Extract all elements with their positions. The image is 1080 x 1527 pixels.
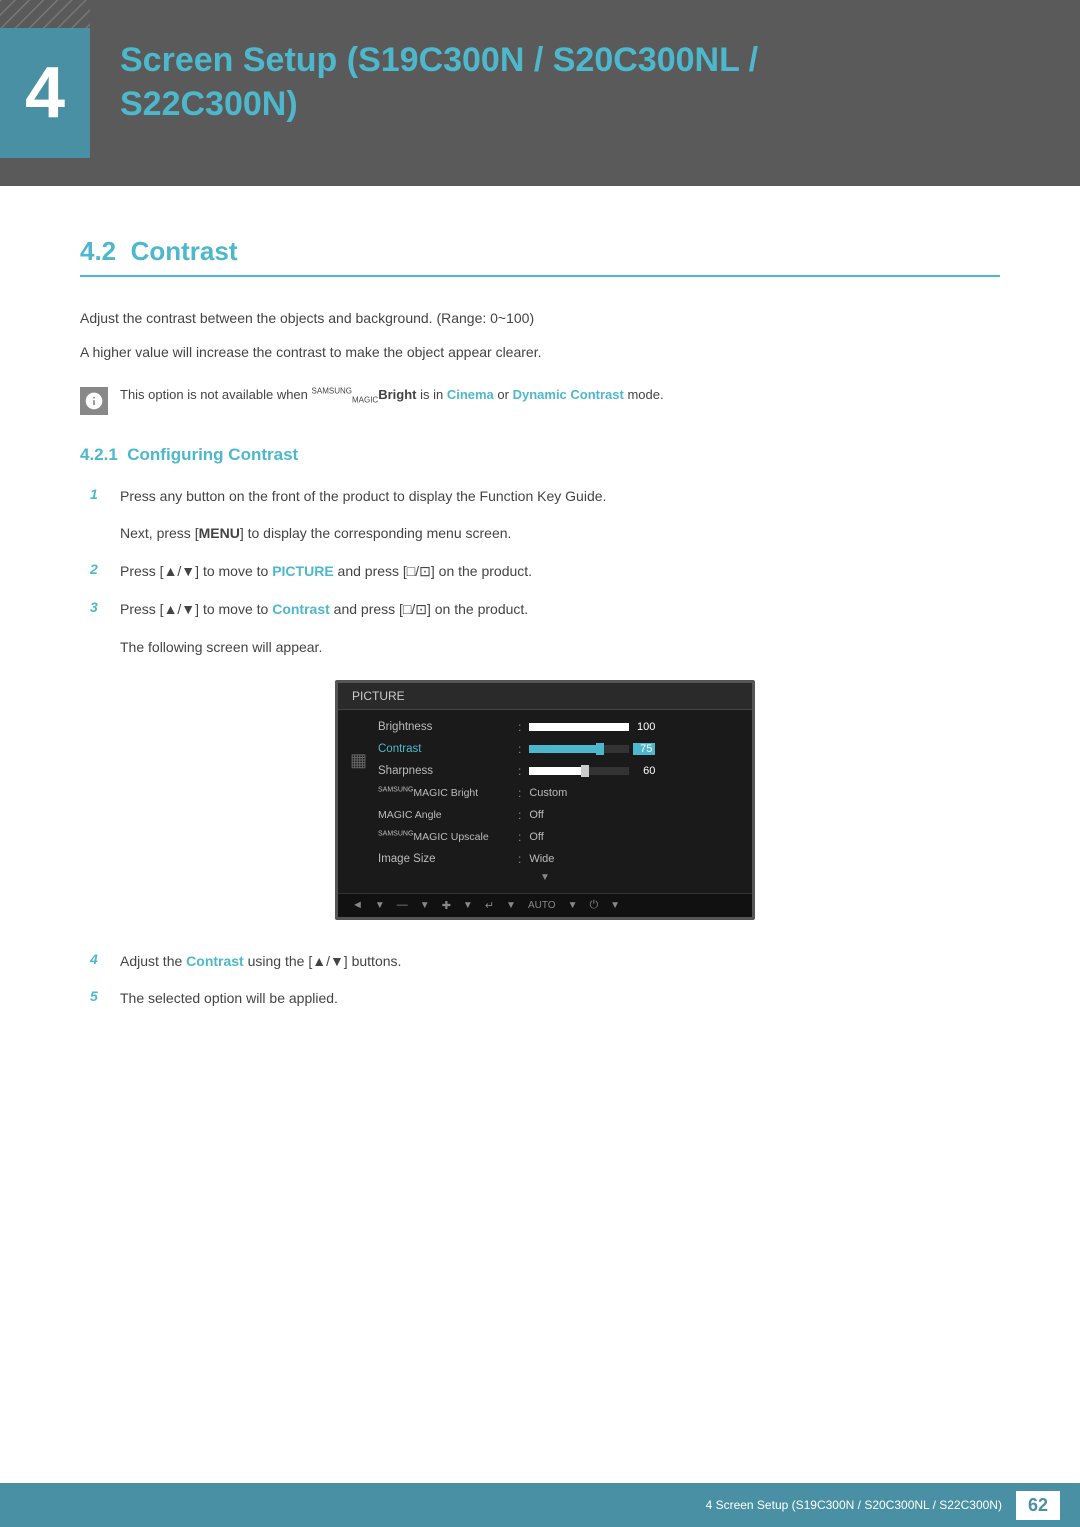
monitor-mockup-container: PICTURE ▦ Brightness : 100 <box>90 680 1000 920</box>
icon-left: ◄ <box>352 899 363 911</box>
step-3: 3 Press [▲/▼] to move to Contrast and pr… <box>90 598 1000 622</box>
step-2: 2 Press [▲/▼] to move to PICTURE and pre… <box>90 560 1000 584</box>
icon-separator6: ▼ <box>610 900 620 911</box>
note-icon <box>80 387 108 415</box>
icon-plus: ✚ <box>442 899 451 912</box>
main-content: 4.2 Contrast Adjust the contrast between… <box>0 186 1080 1105</box>
auto-label: AUTO <box>528 900 556 911</box>
icon-separator4: ▼ <box>506 900 516 911</box>
menu-item-magic-upscale: SAMSUNGMAGIC Upscale : Off <box>338 826 752 848</box>
monitor-screen: PICTURE ▦ Brightness : 100 <box>335 680 755 920</box>
icon-minus: — <box>397 899 408 911</box>
monitor-side-icon: ▦ <box>350 750 367 771</box>
menu-item-contrast: Contrast : 75 <box>338 738 752 760</box>
step-2-content: Press [▲/▼] to move to PICTURE and press… <box>120 560 532 584</box>
chapter-number: 4 <box>25 57 65 129</box>
monitor-menu-content: ▦ Brightness : 100 C <box>338 710 752 893</box>
step-2-number: 2 <box>90 561 120 577</box>
icon-separator: ▼ <box>375 900 385 911</box>
note-text: This option is not available when SAMSUN… <box>120 385 664 406</box>
step-5-number: 5 <box>90 988 120 1004</box>
step-1-content: Press any button on the front of the pro… <box>120 485 606 509</box>
step-4-content: Adjust the Contrast using the [▲/▼] butt… <box>120 950 401 974</box>
desc2: A higher value will increase the contras… <box>80 341 1000 365</box>
step-5: 5 The selected option will be applied. <box>90 987 1000 1011</box>
step-5-content: The selected option will be applied. <box>120 987 338 1011</box>
footer-page-number: 62 <box>1016 1491 1060 1520</box>
desc1: Adjust the contrast between the objects … <box>80 307 1000 331</box>
monitor-menu-header: PICTURE <box>338 683 752 710</box>
sharpness-bar: 60 <box>529 765 655 777</box>
note-box: This option is not available when SAMSUN… <box>80 385 1000 415</box>
contrast-bar: 75 <box>529 743 655 755</box>
page-header: 4 Screen Setup (S19C300N / S20C300NL / S… <box>0 0 1080 186</box>
menu-item-sharpness: Sharpness : 60 <box>338 760 752 782</box>
subsection-title: 4.2.1 Configuring Contrast <box>80 445 1000 465</box>
icon-power: ⏻ <box>589 899 598 912</box>
monitor-bottom-bar: ◄ ▼ — ▼ ✚ ▼ ↵ ▼ AUTO ▼ ⏻ ▼ <box>338 893 752 917</box>
section-title: 4.2 Contrast <box>80 236 1000 277</box>
icon-separator2: ▼ <box>420 900 430 911</box>
step-1: 1 Press any button on the front of the p… <box>90 485 1000 509</box>
step-3-sub: The following screen will appear. <box>120 636 1000 660</box>
footer-text: 4 Screen Setup (S19C300N / S20C300NL / S… <box>706 1498 1002 1512</box>
menu-item-image-size: Image Size : Wide <box>338 848 752 870</box>
icon-separator5: ▼ <box>568 900 578 911</box>
page-footer: 4 Screen Setup (S19C300N / S20C300NL / S… <box>0 1483 1080 1527</box>
chapter-number-box: 4 <box>0 28 90 158</box>
step-4-number: 4 <box>90 951 120 967</box>
step-3-content: Press [▲/▼] to move to Contrast and pres… <box>120 598 528 622</box>
menu-item-magic-angle: MAGIC Angle : Off <box>338 804 752 826</box>
step-1-number: 1 <box>90 486 120 502</box>
menu-item-magic-bright: SAMSUNGMAGIC Bright : Custom <box>338 782 752 804</box>
brightness-bar: 100 <box>529 721 655 733</box>
step-4: 4 Adjust the Contrast using the [▲/▼] bu… <box>90 950 1000 974</box>
step-3-number: 3 <box>90 599 120 615</box>
scroll-down-indicator: ▼ <box>338 872 752 883</box>
monitor-bottom-icons: ◄ ▼ — ▼ ✚ ▼ ↵ ▼ AUTO ▼ ⏻ ▼ <box>352 899 620 912</box>
icon-enter: ↵ <box>485 899 494 912</box>
menu-item-brightness: Brightness : 100 <box>338 716 752 738</box>
chapter-title: Screen Setup (S19C300N / S20C300NL / S22… <box>120 28 758 126</box>
steps-list: 1 Press any button on the front of the p… <box>90 485 1000 1012</box>
step-1-sub: Next, press [MENU] to display the corres… <box>120 522 1000 546</box>
icon-separator3: ▼ <box>463 900 473 911</box>
